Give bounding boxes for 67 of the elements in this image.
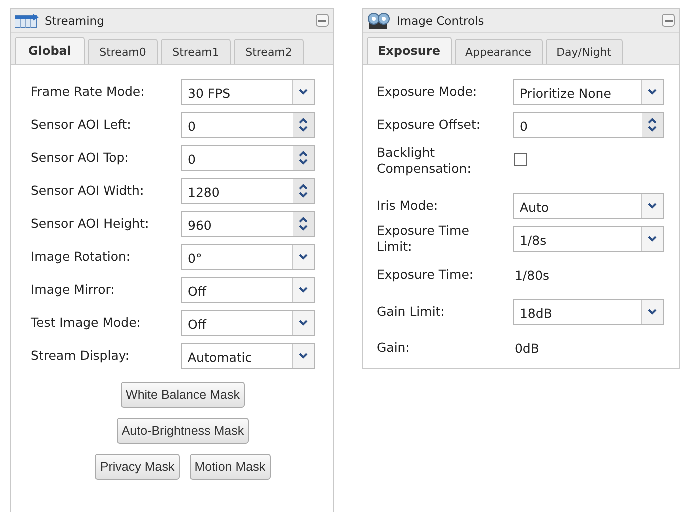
- tab[interactable]: Day/Night: [546, 39, 623, 64]
- panel-title: Image Controls: [396, 14, 486, 28]
- chevron-down-icon: [299, 320, 308, 326]
- camera-icon: [366, 12, 391, 28]
- number-field[interactable]: 0: [512, 112, 664, 138]
- dropdown[interactable]: Off: [181, 276, 315, 302]
- tab[interactable]: Exposure: [366, 37, 452, 64]
- field-label: Image Rotation:: [31, 249, 132, 264]
- tab[interactable]: Appearance: [454, 39, 543, 64]
- field-label: Iris Mode:: [376, 198, 440, 214]
- number-field[interactable]: 0: [181, 144, 315, 170]
- action-button[interactable]: White Balance Mask: [121, 382, 245, 408]
- tab[interactable]: Stream1: [161, 39, 231, 64]
- chevron-down-icon: [299, 286, 308, 292]
- field-label: Exposure Time Limit:: [376, 222, 470, 254]
- dropdown[interactable]: 1/8s: [512, 226, 664, 252]
- field-label: Exposure Offset:: [376, 116, 482, 132]
- field-label: Frame Rate Mode:: [31, 84, 146, 99]
- field-label: Sensor AOI Width:: [31, 183, 146, 198]
- tab[interactable]: Stream0: [88, 39, 158, 64]
- chevron-down-icon: [299, 88, 308, 94]
- spinner-arrows-icon: [299, 182, 308, 198]
- dropdown[interactable]: 0°: [181, 244, 315, 270]
- chevron-down-icon: [648, 308, 657, 314]
- field-label: Stream Display:: [31, 348, 131, 363]
- field-label: Exposure Time:: [376, 267, 475, 283]
- chevron-down-icon: [648, 236, 657, 242]
- field-label: Exposure Mode:: [376, 84, 478, 100]
- field-label: Image Mirror:: [31, 282, 116, 297]
- collapse-button[interactable]: [662, 14, 675, 27]
- dropdown[interactable]: Prioritize None: [512, 78, 664, 104]
- panel-title: Streaming: [45, 14, 106, 28]
- chevron-down-icon: [299, 254, 308, 260]
- number-field[interactable]: 960: [181, 210, 315, 236]
- field-label: Sensor AOI Height:: [31, 216, 150, 231]
- field-value: 1/80s: [514, 268, 550, 282]
- dropdown[interactable]: 30 FPS: [181, 78, 315, 104]
- chevron-down-icon: [299, 352, 308, 358]
- field-label: Gain:: [376, 340, 411, 356]
- chevron-down-icon: [648, 88, 657, 94]
- spinner-arrows-icon: [299, 216, 308, 232]
- spinner-arrows-icon: [299, 150, 308, 166]
- field-label: Sensor AOI Left:: [31, 117, 132, 132]
- minus-icon: [318, 20, 326, 22]
- field-label: Gain Limit:: [376, 304, 446, 320]
- field-label: Backlight Compensation:: [376, 145, 472, 177]
- tab[interactable]: Global: [15, 37, 85, 64]
- checkbox[interactable]: [514, 153, 527, 166]
- number-field[interactable]: 0: [181, 112, 315, 138]
- spinner-arrows-icon: [299, 116, 308, 132]
- film-strip-icon: [15, 14, 39, 28]
- dropdown[interactable]: Auto: [512, 192, 664, 218]
- field-label: Sensor AOI Top:: [31, 150, 130, 165]
- field-label: Test Image Mode:: [31, 315, 142, 330]
- dropdown[interactable]: 18dB: [512, 298, 664, 324]
- spinner-arrows-icon: [648, 116, 657, 132]
- tab[interactable]: Stream2: [234, 39, 304, 64]
- minus-icon: [664, 20, 672, 22]
- dropdown[interactable]: Off: [181, 310, 315, 336]
- action-button[interactable]: Auto-Brightness Mask: [116, 418, 250, 444]
- action-button[interactable]: Motion Mask: [190, 454, 271, 480]
- field-value: 0dB: [514, 340, 540, 356]
- chevron-down-icon: [648, 202, 657, 208]
- dropdown[interactable]: Automatic: [181, 342, 315, 368]
- action-button[interactable]: Privacy Mask: [95, 454, 180, 480]
- number-field[interactable]: 1280: [181, 178, 315, 204]
- collapse-button[interactable]: [316, 14, 329, 27]
